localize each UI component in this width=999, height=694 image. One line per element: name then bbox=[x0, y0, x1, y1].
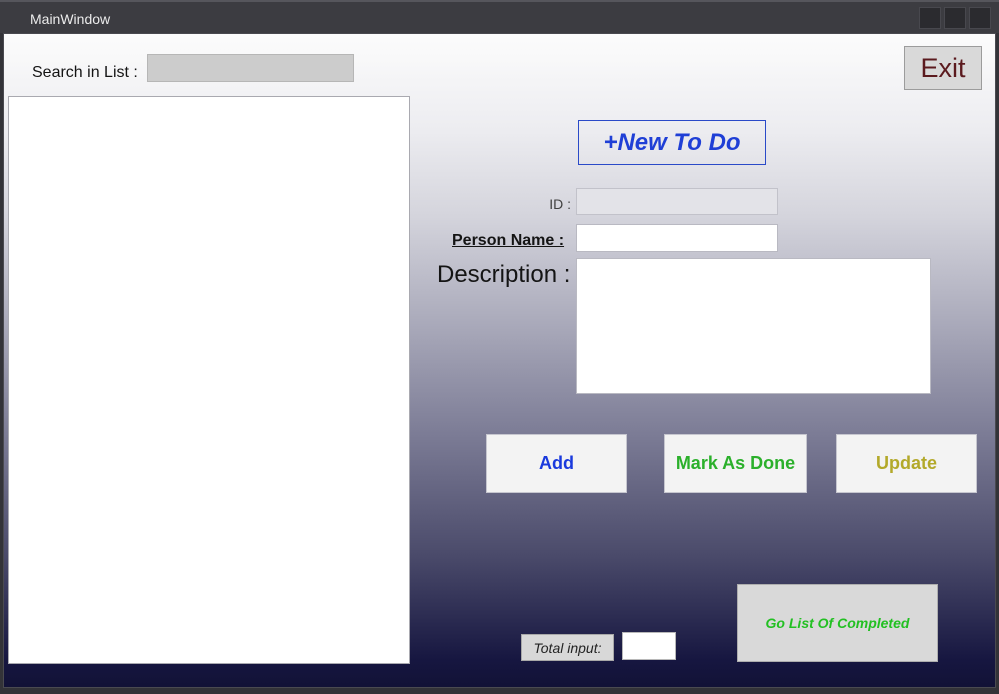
total-input-label: Total input: bbox=[521, 634, 614, 661]
search-input[interactable] bbox=[147, 54, 354, 82]
person-name-field[interactable] bbox=[576, 224, 778, 252]
new-todo-button[interactable]: +New To Do bbox=[578, 120, 766, 165]
maximize-button[interactable] bbox=[944, 7, 966, 29]
description-field[interactable] bbox=[576, 258, 931, 394]
todo-listbox[interactable] bbox=[8, 96, 410, 664]
go-list-of-completed-button[interactable]: Go List Of Completed bbox=[737, 584, 938, 662]
id-label: ID : bbox=[549, 196, 571, 212]
close-button[interactable] bbox=[969, 7, 991, 29]
window-title: MainWindow bbox=[30, 11, 111, 27]
total-input-field[interactable] bbox=[622, 632, 676, 660]
minimize-button[interactable] bbox=[919, 7, 941, 29]
search-label: Search in List : bbox=[32, 64, 138, 81]
description-label: Description : bbox=[437, 261, 571, 288]
exit-button[interactable]: Exit bbox=[904, 46, 982, 90]
add-button[interactable]: Add bbox=[486, 434, 627, 493]
title-bar[interactable] bbox=[0, 0, 999, 33]
id-field[interactable] bbox=[576, 188, 778, 215]
mark-as-done-button[interactable]: Mark As Done bbox=[664, 434, 807, 493]
update-button[interactable]: Update bbox=[836, 434, 977, 493]
person-name-label: Person Name : bbox=[452, 232, 565, 249]
